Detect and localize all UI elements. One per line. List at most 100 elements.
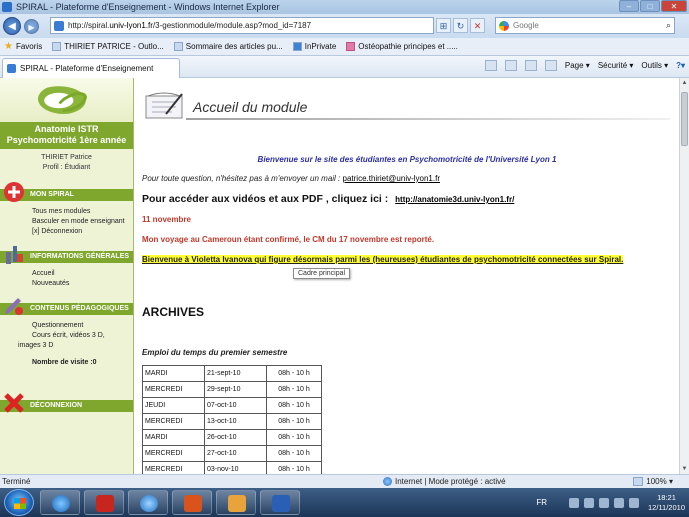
taskbar-ie[interactable] [40, 490, 80, 515]
videos-line: Pour accéder aux vidéos et aux PDF , cli… [142, 193, 515, 205]
security-zone: Internet | Mode protégé : activé [383, 477, 506, 486]
search-icon[interactable]: ⌕ [666, 20, 671, 31]
table-cell: 29-sept-10 [204, 381, 267, 398]
favorite-item[interactable]: InPrivate [292, 42, 336, 51]
visit-count: Nombre de visite :0 [32, 359, 97, 366]
search-box[interactable]: ⌕ [495, 17, 675, 34]
table-cell: 08h - 10 h [266, 365, 322, 382]
link-teacher-mode[interactable]: Basculer en mode enseignant [32, 217, 133, 227]
help-menu[interactable]: ?▾ [676, 61, 685, 70]
scroll-thumb[interactable] [681, 92, 688, 146]
favorites-bar: ★ Favoris THIRIET PATRICE - Outlo... Som… [0, 38, 689, 56]
volume-icon[interactable] [629, 497, 640, 508]
archives-title: ARCHIVES [142, 305, 205, 319]
link-courses-cont[interactable]: images 3 D [18, 341, 133, 351]
tools-icon [6, 246, 23, 264]
table-cell: 07-oct-10 [204, 397, 267, 414]
system-tray: FR 18:21 12/11/2010 [536, 488, 685, 517]
table-cell: 26-oct-10 [204, 429, 267, 446]
spiral-logo [38, 84, 90, 114]
stop-icon[interactable]: ✕ [470, 18, 485, 33]
tray-icon[interactable] [569, 497, 580, 508]
section-deconnexion[interactable]: DÉCONNEXION [0, 393, 133, 413]
page-menu[interactable]: Page ▾ [565, 61, 590, 70]
back-button[interactable]: ◀ [3, 17, 21, 35]
compatibility-icon[interactable]: ⊞ [436, 18, 451, 33]
media-player-icon [228, 495, 246, 512]
status-text: Terminé [2, 477, 31, 486]
taskbar-word[interactable] [260, 490, 300, 515]
favorite-item[interactable]: Sommaire des articles pu... [173, 42, 283, 51]
link-home[interactable]: Accueil [32, 269, 133, 279]
link-news[interactable]: Nouveautés [32, 279, 133, 289]
table-cell: MERCREDI [142, 381, 205, 398]
security-menu[interactable]: Sécurité ▾ [598, 61, 634, 70]
search-input[interactable] [513, 21, 653, 30]
news-date: 11 novembre [142, 215, 191, 224]
sidebar: Anatomie ISTR Psychomotricité 1ère année… [0, 78, 134, 474]
schedule-title: Emploi du temps du premier semestre [142, 348, 288, 357]
tray-icon[interactable] [599, 497, 610, 508]
scroll-down-icon[interactable]: ▼ [680, 464, 689, 474]
section-contenus: CONTENUS PÉDAGOGIQUES Questionnement Cou… [0, 298, 133, 366]
outlook-icon [52, 42, 62, 51]
course-title: Anatomie ISTR Psychomotricité 1ère année [0, 122, 133, 149]
table-cell: 08h - 10 h [266, 397, 322, 414]
logout-icon [4, 393, 24, 413]
table-row: MERCREDI 13-oct-10 08h - 10 h [142, 413, 322, 430]
user-info: THIRIET Patrice Profil : Étudiant [0, 149, 133, 179]
network-icon[interactable] [614, 497, 625, 508]
table-cell: 03-nov-10 [204, 461, 267, 474]
close-button[interactable]: ✕ [661, 0, 687, 12]
favorites-button[interactable]: ★ Favoris [0, 41, 42, 52]
table-cell: 08h - 10 h [266, 381, 322, 398]
table-cell: MERCREDI [142, 413, 205, 430]
link-all-modules[interactable]: Tous mes modules [32, 207, 133, 217]
table-cell: JEUDI [142, 397, 205, 414]
clock[interactable]: 18:21 12/11/2010 [648, 493, 685, 513]
notebook-icon [145, 92, 183, 119]
section-links: Questionnement Cours écrit, vidéos 3 D, … [0, 315, 133, 351]
mail-icon[interactable] [524, 60, 537, 71]
link-logout[interactable]: [x] Déconnexion [32, 227, 133, 237]
start-button[interactable] [4, 489, 34, 516]
refresh-icon[interactable]: ↻ [453, 18, 468, 33]
taskbar-quicktime[interactable] [128, 490, 168, 515]
contact-email-link[interactable]: patrice.thiriet@univ-lyon1.fr [343, 174, 441, 183]
welcome-text: Bienvenue sur le site des étudiantes en … [257, 155, 557, 164]
print-icon[interactable] [544, 60, 557, 71]
announcement: Bienvenue à Violetta Ivanova qui figure … [142, 255, 624, 264]
zoom-control[interactable]: 100% ▾ [633, 477, 673, 486]
link-questions[interactable]: Questionnement [18, 321, 133, 331]
table-cell: 08h - 10 h [266, 461, 322, 474]
tray-icon[interactable] [584, 497, 595, 508]
address-field[interactable]: http://spiral.univ-lyon1.fr/3-gestionmod… [50, 17, 434, 34]
language-indicator[interactable]: FR [536, 498, 547, 507]
page-icon [173, 42, 183, 51]
taskbar-media[interactable] [216, 490, 256, 515]
vertical-scrollbar[interactable]: ▲ ▼ [679, 78, 689, 474]
taskbar-powerpoint[interactable] [172, 490, 212, 515]
minimize-button[interactable]: – [619, 0, 639, 12]
windows-icon [14, 498, 26, 509]
table-row: MARDI 21-sept-10 08h - 10 h [142, 365, 322, 382]
section-informations: INFORMATIONS GÉNÉRALES Accueil Nouveauté… [0, 246, 133, 289]
feeds-icon[interactable] [504, 60, 517, 71]
page-icon [54, 20, 64, 31]
home-icon[interactable] [484, 60, 497, 71]
taskbar-acrobat[interactable] [84, 490, 124, 515]
tools-menu[interactable]: Outils ▾ [641, 61, 668, 70]
anatomie3d-link[interactable]: http://anatomie3d.univ-lyon1.fr/ [395, 195, 514, 204]
maximize-button[interactable]: □ [640, 0, 660, 12]
table-cell: MERCREDI [142, 461, 205, 474]
site-icon [7, 64, 16, 73]
favorite-item[interactable]: THIRIET PATRICE - Outlo... [52, 42, 164, 51]
tooltip: Cadre principal [293, 268, 351, 279]
favorite-item[interactable]: Ostéopathie principes et ..... [346, 42, 458, 51]
table-row: MERCREDI 27-oct-10 08h - 10 h [142, 445, 322, 462]
browser-tab[interactable]: SPIRAL - Plateforme d'Enseignement [2, 58, 180, 78]
scroll-up-icon[interactable]: ▲ [680, 78, 689, 88]
forward-button[interactable]: ▶ [24, 18, 39, 34]
window-controls: – □ ✕ [618, 0, 687, 12]
link-courses[interactable]: Cours écrit, vidéos 3 D, [18, 331, 133, 341]
